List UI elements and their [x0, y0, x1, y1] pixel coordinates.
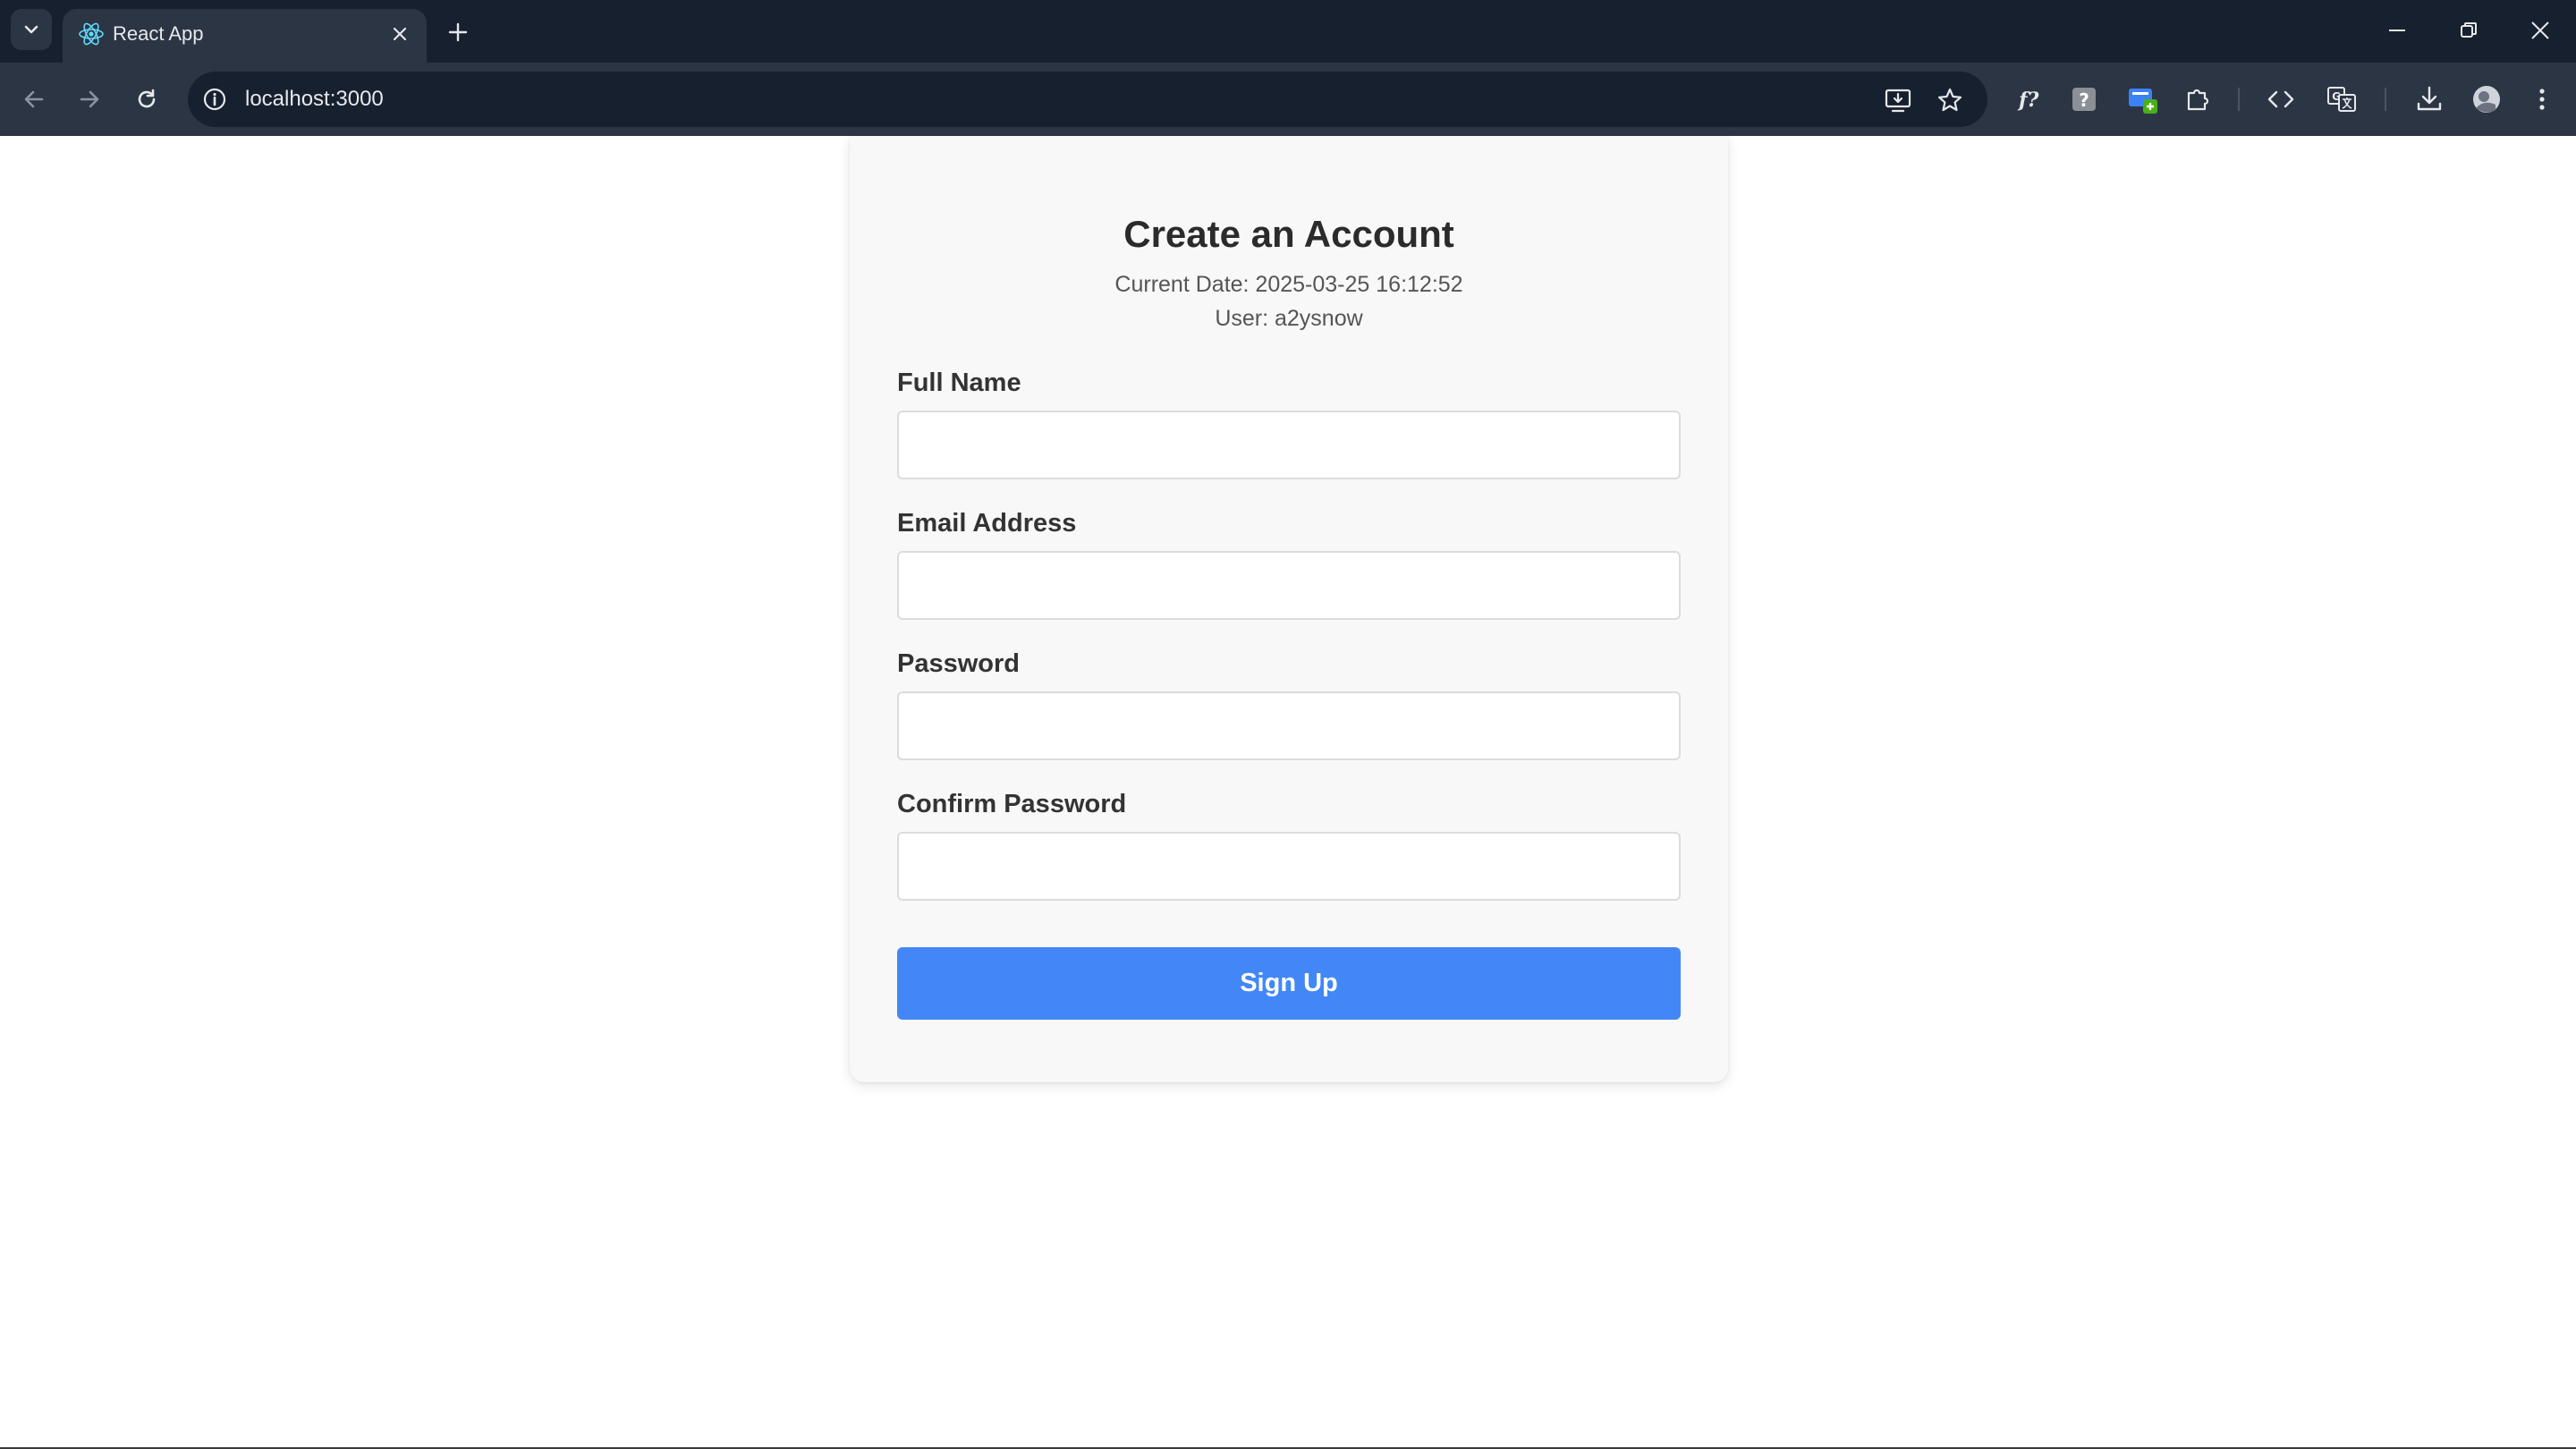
puzzle-icon	[2187, 89, 2209, 111]
toolbar-separator	[2238, 88, 2240, 111]
minimize-icon	[2389, 30, 2405, 31]
help-extension-icon: ?	[2072, 88, 2096, 111]
password-input[interactable]	[897, 691, 1681, 760]
sign-up-button[interactable]: Sign Up	[897, 947, 1681, 1020]
install-app-button[interactable]	[1882, 84, 1914, 116]
code-icon	[2267, 90, 2294, 108]
forward-arrow-icon	[80, 90, 99, 108]
profile-button[interactable]	[2465, 78, 2508, 121]
reload-button[interactable]	[125, 78, 168, 121]
restore-button[interactable]	[2445, 11, 2492, 50]
confirm-password-input[interactable]	[897, 832, 1681, 901]
browser-tab-active[interactable]: React App	[63, 9, 427, 63]
address-bar-url[interactable]: localhost:3000	[245, 72, 384, 127]
tab-close-button[interactable]	[386, 20, 414, 48]
full-name-input[interactable]	[897, 411, 1681, 479]
current-user-text: User: a2ysnow	[1215, 306, 1363, 331]
browser-titlebar: React App	[0, 0, 2576, 63]
star-icon	[1937, 88, 1962, 112]
new-tab-button[interactable]	[440, 14, 476, 50]
confirm-password-label: Confirm Password	[897, 790, 1127, 818]
full-name-label: Full Name	[897, 369, 1021, 397]
browser-toolbar: localhost:3000 f? ? G	[0, 63, 2576, 136]
formula-extension-icon: f?	[2017, 89, 2039, 112]
svg-text:?: ?	[2079, 89, 2089, 111]
current-date-text: Current Date: 2025-03-25 16:12:52	[1114, 272, 1463, 297]
email-input[interactable]	[897, 551, 1681, 620]
tab-search-icon	[24, 25, 38, 34]
translate-icon: G	[2327, 87, 2356, 112]
forward-button[interactable]	[68, 78, 111, 121]
svg-text:f?: f?	[2017, 89, 2039, 112]
info-icon	[203, 88, 226, 111]
window-close-icon	[2531, 21, 2549, 39]
browser-menu-button[interactable]	[2521, 78, 2563, 121]
page-title: Create an Account	[1123, 213, 1454, 255]
translate-button[interactable]: G	[2320, 78, 2363, 121]
restore-icon	[2461, 22, 2477, 38]
signup-card: Create an Account Current Date: 2025-03-…	[850, 136, 1728, 1082]
install-app-icon	[1885, 89, 1911, 113]
profile-avatar-icon	[2473, 86, 2500, 113]
formula-extension-button[interactable]: f?	[2007, 78, 2050, 121]
kebab-menu-icon	[2539, 89, 2545, 110]
help-extension-button[interactable]: ?	[2063, 78, 2106, 121]
screen-extension-button[interactable]	[2122, 78, 2165, 121]
address-bar[interactable]: localhost:3000	[188, 72, 1987, 127]
tab-title: React App	[113, 22, 204, 45]
email-label: Email Address	[897, 509, 1077, 538]
back-arrow-icon	[24, 90, 44, 108]
back-button[interactable]	[13, 78, 55, 121]
password-label: Password	[897, 649, 1020, 678]
tab-search-button[interactable]	[11, 9, 52, 50]
reload-icon	[138, 89, 156, 108]
toolbar-separator	[2385, 88, 2386, 111]
plus-icon	[448, 22, 468, 42]
react-logo-icon	[79, 22, 104, 46]
window-close-button[interactable]	[2517, 11, 2563, 50]
downloads-button[interactable]	[2408, 78, 2451, 121]
extensions-button[interactable]	[2177, 78, 2220, 121]
close-icon	[393, 27, 407, 41]
devtools-button[interactable]	[2259, 78, 2302, 121]
site-info-button[interactable]	[200, 85, 229, 114]
download-icon	[2417, 86, 2442, 111]
minimize-button[interactable]	[2374, 11, 2420, 50]
bookmark-button[interactable]	[1934, 84, 1966, 116]
page-viewport: Create an Account Current Date: 2025-03-…	[0, 136, 2576, 1447]
screen-extension-icon	[2129, 89, 2157, 114]
